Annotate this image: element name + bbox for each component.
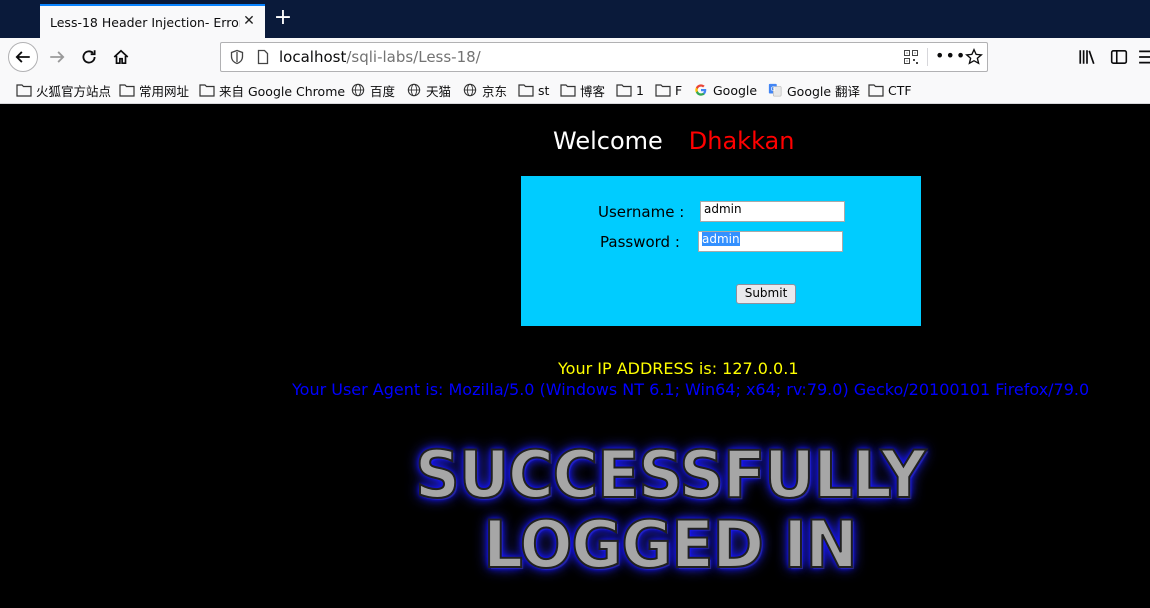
- password-value: admin: [702, 232, 740, 246]
- bookmark-label: CTF: [888, 82, 912, 98]
- success-banner: SUCCESSFULLY LOGGED IN: [340, 436, 1000, 583]
- home-button[interactable]: [106, 42, 136, 72]
- shield-icon[interactable]: [229, 49, 245, 65]
- page-info-icon[interactable]: [255, 49, 271, 65]
- welcome-label: Welcome: [553, 127, 663, 155]
- folder-icon: [16, 84, 32, 97]
- home-icon: [113, 49, 129, 65]
- globe-icon: [407, 83, 421, 97]
- back-button[interactable]: [8, 42, 38, 72]
- folder-icon: [560, 84, 576, 97]
- close-tab-icon[interactable]: ✕: [241, 13, 257, 29]
- url-bar[interactable]: localhost/sqli-labs/Less-18/ •••: [220, 42, 988, 72]
- url-path: /sqli-labs/Less-18/: [346, 48, 481, 66]
- bookmark-folder[interactable]: F: [655, 82, 682, 98]
- bookmark-link[interactable]: 京东: [462, 82, 508, 99]
- bookmark-folder[interactable]: CTF: [868, 82, 912, 98]
- folder-icon: [119, 84, 135, 97]
- username-value: admin: [704, 202, 742, 216]
- page-content: Welcome Dhakkan Username : admin Password…: [0, 105, 1150, 608]
- bookmark-label: 火狐官方站点: [36, 83, 112, 99]
- globe-icon: [463, 83, 477, 97]
- username-input[interactable]: admin: [700, 201, 845, 222]
- bookmark-label: 博客: [580, 83, 606, 99]
- arrow-left-icon: [15, 51, 30, 63]
- tab-bar: Less-18 Header Injection- Error Based- s…: [0, 0, 1150, 38]
- login-form: Username : admin Password : admin Submit: [521, 176, 921, 326]
- bookmark-label: 京东: [482, 83, 508, 99]
- folder-icon: [616, 84, 632, 97]
- password-input[interactable]: admin: [698, 231, 843, 252]
- bookmark-label: Google 翻译: [787, 83, 861, 99]
- bookmarks-toolbar: 火狐官方站点 常用网址 来自 Google Chrome 百度 天猫 京东 st…: [0, 76, 1150, 104]
- user-agent-text: Your User Agent is: Mozilla/5.0 (Windows…: [292, 380, 1090, 399]
- star-icon[interactable]: [965, 48, 983, 66]
- bookmark-label: 天猫: [426, 83, 452, 99]
- bookmark-link[interactable]: 天猫: [406, 82, 452, 99]
- page-actions-icon[interactable]: •••: [935, 47, 965, 65]
- arrow-right-icon: [50, 51, 65, 63]
- tab-title: Less-18 Header Injection- Error Based- s…: [50, 14, 240, 30]
- google-translate-icon: G: [768, 83, 782, 97]
- google-icon: [695, 84, 707, 96]
- password-label: Password :: [600, 233, 680, 251]
- bookmark-label: 百度: [370, 83, 396, 99]
- success-line-1: SUCCESSFULLY: [414, 436, 927, 513]
- url-divider: [927, 48, 928, 66]
- nav-bar: localhost/sqli-labs/Less-18/ •••: [0, 38, 1150, 76]
- bookmark-folder[interactable]: st: [518, 82, 549, 98]
- bookmark-label: st: [538, 82, 550, 98]
- bookmark-link[interactable]: Google: [693, 82, 757, 98]
- reload-button[interactable]: [74, 42, 104, 72]
- username-label: Username :: [598, 203, 685, 221]
- bookmark-folder[interactable]: 1: [616, 82, 644, 98]
- ip-address-text: Your IP ADDRESS is: 127.0.0.1: [558, 359, 799, 378]
- url-host: localhost: [279, 48, 347, 66]
- qr-code-icon[interactable]: [903, 49, 919, 65]
- new-tab-icon[interactable]: +: [270, 6, 296, 32]
- sidebar-icon[interactable]: [1110, 48, 1128, 66]
- folder-icon: [655, 84, 671, 97]
- success-line-2: LOGGED IN: [482, 506, 858, 583]
- welcome-name: Dhakkan: [688, 127, 795, 155]
- bookmark-folder[interactable]: 火狐官方站点: [16, 82, 112, 99]
- bookmark-label: Google: [713, 82, 758, 98]
- active-tab[interactable]: Less-18 Header Injection- Error Based- s…: [40, 4, 265, 38]
- bookmark-folder[interactable]: 常用网址: [119, 82, 190, 99]
- reload-icon: [82, 50, 96, 64]
- bookmark-label: F: [675, 82, 683, 98]
- folder-icon: [868, 84, 884, 97]
- folder-icon: [199, 84, 215, 97]
- url-text[interactable]: localhost/sqli-labs/Less-18/: [279, 48, 481, 66]
- bookmark-folder[interactable]: 博客: [560, 82, 606, 99]
- submit-button[interactable]: Submit: [736, 284, 796, 304]
- menu-icon[interactable]: [1138, 48, 1150, 66]
- bookmark-label: 1: [636, 82, 644, 98]
- globe-icon: [351, 83, 365, 97]
- bookmark-label: 常用网址: [139, 83, 190, 99]
- library-icon[interactable]: [1078, 48, 1096, 66]
- bookmark-link[interactable]: 百度: [350, 82, 396, 99]
- folder-icon: [518, 84, 534, 97]
- welcome-heading: Welcome Dhakkan: [553, 127, 794, 155]
- svg-text:G: G: [771, 86, 776, 93]
- bookmark-folder[interactable]: 来自 Google Chrome: [199, 82, 346, 99]
- bookmark-label: 来自 Google Chrome: [219, 83, 346, 99]
- bookmark-link[interactable]: G Google 翻译: [767, 82, 861, 99]
- forward-button[interactable]: [42, 42, 72, 72]
